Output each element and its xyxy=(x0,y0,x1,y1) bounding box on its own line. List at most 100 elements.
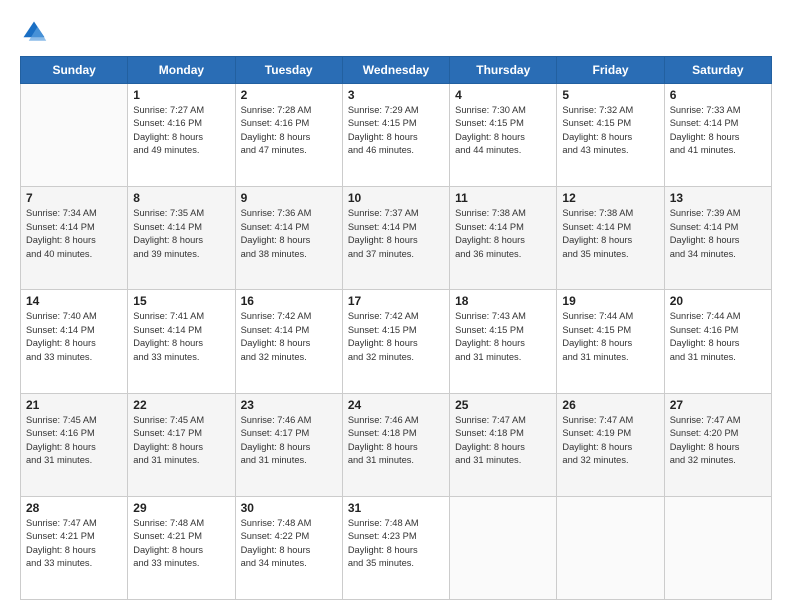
header xyxy=(20,18,772,46)
weekday-header-tuesday: Tuesday xyxy=(235,57,342,84)
day-number: 14 xyxy=(26,294,122,308)
day-info: Sunrise: 7:27 AM Sunset: 4:16 PM Dayligh… xyxy=(133,104,229,158)
day-info: Sunrise: 7:46 AM Sunset: 4:18 PM Dayligh… xyxy=(348,414,444,468)
calendar-week-row: 7Sunrise: 7:34 AM Sunset: 4:14 PM Daylig… xyxy=(21,187,772,290)
calendar-cell: 26 Sunrise: 7:47 AM Sunset: 4:19 PM Dayli… xyxy=(557,393,664,496)
calendar-cell: 1 Sunrise: 7:27 AM Sunset: 4:16 PM Daylig… xyxy=(128,84,235,187)
day-number: 4 xyxy=(455,88,551,102)
day-number: 10 xyxy=(348,191,444,205)
day-number: 6 xyxy=(670,88,766,102)
calendar-cell xyxy=(664,496,771,599)
day-info: Sunrise: 7:47 AM Sunset: 4:19 PM Dayligh… xyxy=(562,414,658,468)
day-info: Sunrise: 7:35 AM Sunset: 4:14 PM Dayligh… xyxy=(133,207,229,261)
calendar-cell: 24 Sunrise: 7:46 AM Sunset: 4:18 PM Dayli… xyxy=(342,393,449,496)
calendar-cell: 17Sunrise: 7:42 AM Sunset: 4:15 PM Dayli… xyxy=(342,290,449,393)
calendar-cell: 6 Sunrise: 7:33 AM Sunset: 4:14 PM Daylig… xyxy=(664,84,771,187)
weekday-header-row: SundayMondayTuesdayWednesdayThursdayFrid… xyxy=(21,57,772,84)
day-number: 3 xyxy=(348,88,444,102)
calendar-cell xyxy=(21,84,128,187)
calendar-week-row: 28 Sunrise: 7:47 AM Sunset: 4:21 PM Dayli… xyxy=(21,496,772,599)
calendar-cell: 7Sunrise: 7:34 AM Sunset: 4:14 PM Daylig… xyxy=(21,187,128,290)
weekday-header-saturday: Saturday xyxy=(664,57,771,84)
day-number: 12 xyxy=(562,191,658,205)
day-info: Sunrise: 7:48 AM Sunset: 4:21 PM Dayligh… xyxy=(133,517,229,571)
day-number: 7 xyxy=(26,191,122,205)
day-number: 1 xyxy=(133,88,229,102)
day-number: 29 xyxy=(133,501,229,515)
calendar-cell: 21 Sunrise: 7:45 AM Sunset: 4:16 PM Dayli… xyxy=(21,393,128,496)
day-info: Sunrise: 7:44 AM Sunset: 4:15 PM Dayligh… xyxy=(562,310,658,364)
calendar-cell: 11Sunrise: 7:38 AM Sunset: 4:14 PM Dayli… xyxy=(450,187,557,290)
day-info: Sunrise: 7:44 AM Sunset: 4:16 PM Dayligh… xyxy=(670,310,766,364)
day-number: 21 xyxy=(26,398,122,412)
day-info: Sunrise: 7:47 AM Sunset: 4:20 PM Dayligh… xyxy=(670,414,766,468)
day-info: Sunrise: 7:47 AM Sunset: 4:21 PM Dayligh… xyxy=(26,517,122,571)
day-info: Sunrise: 7:43 AM Sunset: 4:15 PM Dayligh… xyxy=(455,310,551,364)
weekday-header-friday: Friday xyxy=(557,57,664,84)
day-number: 31 xyxy=(348,501,444,515)
page: SundayMondayTuesdayWednesdayThursdayFrid… xyxy=(0,0,792,612)
day-info: Sunrise: 7:45 AM Sunset: 4:17 PM Dayligh… xyxy=(133,414,229,468)
calendar-cell: 14Sunrise: 7:40 AM Sunset: 4:14 PM Dayli… xyxy=(21,290,128,393)
calendar-cell: 22 Sunrise: 7:45 AM Sunset: 4:17 PM Dayli… xyxy=(128,393,235,496)
day-number: 23 xyxy=(241,398,337,412)
calendar-table: SundayMondayTuesdayWednesdayThursdayFrid… xyxy=(20,56,772,600)
calendar-cell: 4 Sunrise: 7:30 AM Sunset: 4:15 PM Daylig… xyxy=(450,84,557,187)
day-number: 16 xyxy=(241,294,337,308)
calendar-cell: 10 Sunrise: 7:37 AM Sunset: 4:14 PM Dayli… xyxy=(342,187,449,290)
day-info: Sunrise: 7:38 AM Sunset: 4:14 PM Dayligh… xyxy=(562,207,658,261)
calendar-cell: 28 Sunrise: 7:47 AM Sunset: 4:21 PM Dayli… xyxy=(21,496,128,599)
calendar-cell: 20 Sunrise: 7:44 AM Sunset: 4:16 PM Dayli… xyxy=(664,290,771,393)
day-number: 5 xyxy=(562,88,658,102)
day-info: Sunrise: 7:48 AM Sunset: 4:22 PM Dayligh… xyxy=(241,517,337,571)
day-info: Sunrise: 7:36 AM Sunset: 4:14 PM Dayligh… xyxy=(241,207,337,261)
day-number: 22 xyxy=(133,398,229,412)
weekday-header-monday: Monday xyxy=(128,57,235,84)
calendar-cell: 19 Sunrise: 7:44 AM Sunset: 4:15 PM Dayli… xyxy=(557,290,664,393)
calendar-cell: 23 Sunrise: 7:46 AM Sunset: 4:17 PM Dayli… xyxy=(235,393,342,496)
day-number: 28 xyxy=(26,501,122,515)
day-info: Sunrise: 7:38 AM Sunset: 4:14 PM Dayligh… xyxy=(455,207,551,261)
day-number: 27 xyxy=(670,398,766,412)
day-info: Sunrise: 7:42 AM Sunset: 4:14 PM Dayligh… xyxy=(241,310,337,364)
day-number: 20 xyxy=(670,294,766,308)
calendar-cell: 29 Sunrise: 7:48 AM Sunset: 4:21 PM Dayli… xyxy=(128,496,235,599)
day-number: 2 xyxy=(241,88,337,102)
calendar-cell: 27 Sunrise: 7:47 AM Sunset: 4:20 PM Dayli… xyxy=(664,393,771,496)
day-info: Sunrise: 7:28 AM Sunset: 4:16 PM Dayligh… xyxy=(241,104,337,158)
day-number: 18 xyxy=(455,294,551,308)
calendar-cell: 18 Sunrise: 7:43 AM Sunset: 4:15 PM Dayli… xyxy=(450,290,557,393)
logo-icon xyxy=(20,18,48,46)
day-number: 19 xyxy=(562,294,658,308)
logo xyxy=(20,18,52,46)
calendar-cell: 25 Sunrise: 7:47 AM Sunset: 4:18 PM Dayli… xyxy=(450,393,557,496)
calendar-cell: 13 Sunrise: 7:39 AM Sunset: 4:14 PM Dayli… xyxy=(664,187,771,290)
day-info: Sunrise: 7:46 AM Sunset: 4:17 PM Dayligh… xyxy=(241,414,337,468)
day-info: Sunrise: 7:32 AM Sunset: 4:15 PM Dayligh… xyxy=(562,104,658,158)
day-info: Sunrise: 7:33 AM Sunset: 4:14 PM Dayligh… xyxy=(670,104,766,158)
calendar-cell: 2 Sunrise: 7:28 AM Sunset: 4:16 PM Daylig… xyxy=(235,84,342,187)
weekday-header-thursday: Thursday xyxy=(450,57,557,84)
calendar-cell xyxy=(557,496,664,599)
day-number: 30 xyxy=(241,501,337,515)
day-number: 13 xyxy=(670,191,766,205)
day-number: 25 xyxy=(455,398,551,412)
calendar-cell: 30 Sunrise: 7:48 AM Sunset: 4:22 PM Dayli… xyxy=(235,496,342,599)
calendar-cell: 31 Sunrise: 7:48 AM Sunset: 4:23 PM Dayli… xyxy=(342,496,449,599)
day-info: Sunrise: 7:37 AM Sunset: 4:14 PM Dayligh… xyxy=(348,207,444,261)
day-number: 8 xyxy=(133,191,229,205)
day-number: 24 xyxy=(348,398,444,412)
day-info: Sunrise: 7:48 AM Sunset: 4:23 PM Dayligh… xyxy=(348,517,444,571)
weekday-header-sunday: Sunday xyxy=(21,57,128,84)
calendar-cell: 8 Sunrise: 7:35 AM Sunset: 4:14 PM Daylig… xyxy=(128,187,235,290)
day-info: Sunrise: 7:45 AM Sunset: 4:16 PM Dayligh… xyxy=(26,414,122,468)
day-number: 26 xyxy=(562,398,658,412)
day-info: Sunrise: 7:39 AM Sunset: 4:14 PM Dayligh… xyxy=(670,207,766,261)
calendar-cell: 16 Sunrise: 7:42 AM Sunset: 4:14 PM Dayli… xyxy=(235,290,342,393)
day-info: Sunrise: 7:47 AM Sunset: 4:18 PM Dayligh… xyxy=(455,414,551,468)
calendar-cell: 5 Sunrise: 7:32 AM Sunset: 4:15 PM Daylig… xyxy=(557,84,664,187)
calendar-cell: 3Sunrise: 7:29 AM Sunset: 4:15 PM Daylig… xyxy=(342,84,449,187)
day-number: 17 xyxy=(348,294,444,308)
day-info: Sunrise: 7:30 AM Sunset: 4:15 PM Dayligh… xyxy=(455,104,551,158)
calendar-week-row: 21 Sunrise: 7:45 AM Sunset: 4:16 PM Dayli… xyxy=(21,393,772,496)
